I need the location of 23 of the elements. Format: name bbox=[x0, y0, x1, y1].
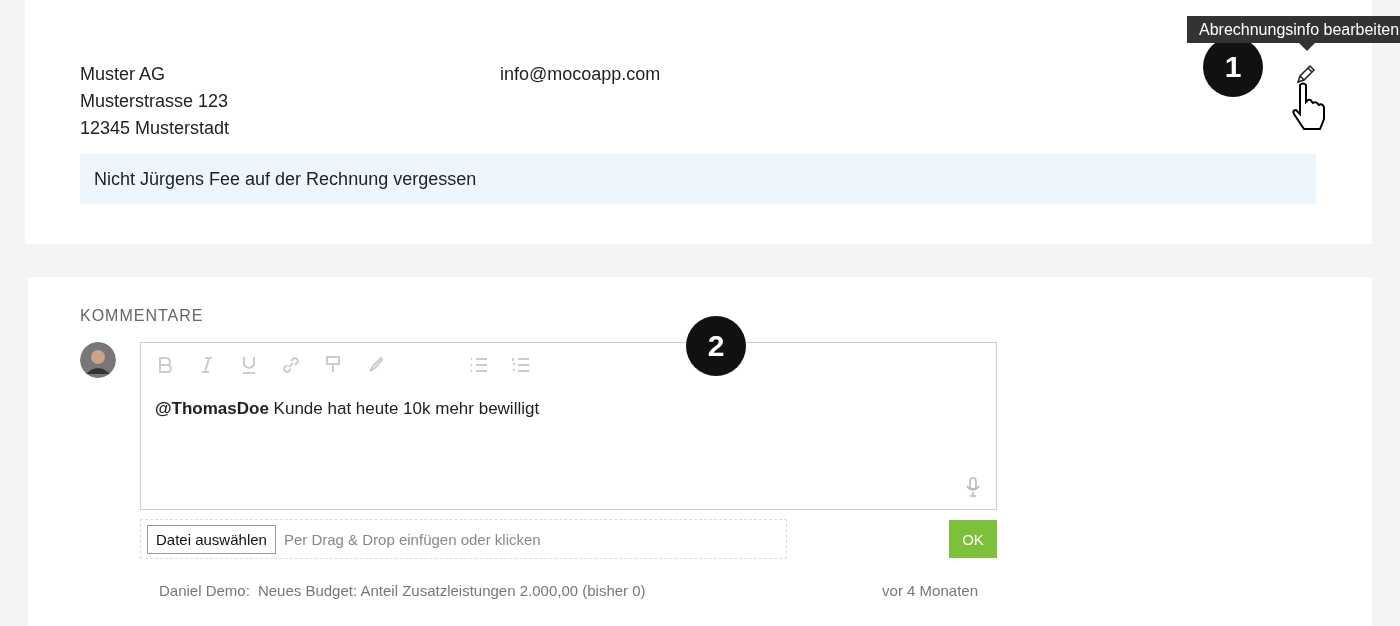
file-choose-button[interactable]: Datei auswählen bbox=[147, 524, 276, 554]
microphone-icon[interactable] bbox=[966, 477, 980, 497]
hand-cursor-icon bbox=[1290, 82, 1328, 132]
tooltip-arrow bbox=[1299, 43, 1315, 51]
email-text: info@mocoapp.com bbox=[500, 63, 661, 86]
comment-time: vor 4 Monaten bbox=[882, 582, 978, 599]
comment-entry-text: Neues Budget: Anteil Zusatzleistungen 2.000,00 (bisher 0) bbox=[257, 582, 646, 599]
pencil-icon[interactable] bbox=[1295, 63, 1317, 85]
file-drop-zone[interactable]: Datei auswählen Per Drag & Drop einfügen oder klicken bbox=[140, 519, 787, 559]
tooltip: Abrechnungsinfo bearbeiten bbox=[1187, 16, 1400, 43]
billing-note: Nicht Jürgens Fee auf der Rechnung vergessen bbox=[80, 154, 1316, 204]
step-marker: 2 bbox=[686, 316, 746, 376]
comment-text: @ThomasDoe Kunde hat heute 10k mehr bewilligt bbox=[155, 399, 541, 419]
section-heading: KOMMENTARE bbox=[80, 307, 205, 325]
comment-author: Daniel Demo: bbox=[159, 582, 250, 599]
address-line: 12345 Musterstadt bbox=[80, 117, 231, 140]
drop-hint: Per Drag & Drop einfügen oder klicken bbox=[283, 530, 541, 548]
bullet-list-icon[interactable] bbox=[469, 355, 489, 375]
avatar bbox=[80, 342, 116, 378]
numbered-list-icon[interactable] bbox=[511, 355, 531, 375]
address-line: Musterstrasse 123 bbox=[80, 90, 230, 113]
address-line: Muster AG bbox=[80, 63, 167, 86]
link-icon[interactable] bbox=[281, 355, 301, 375]
